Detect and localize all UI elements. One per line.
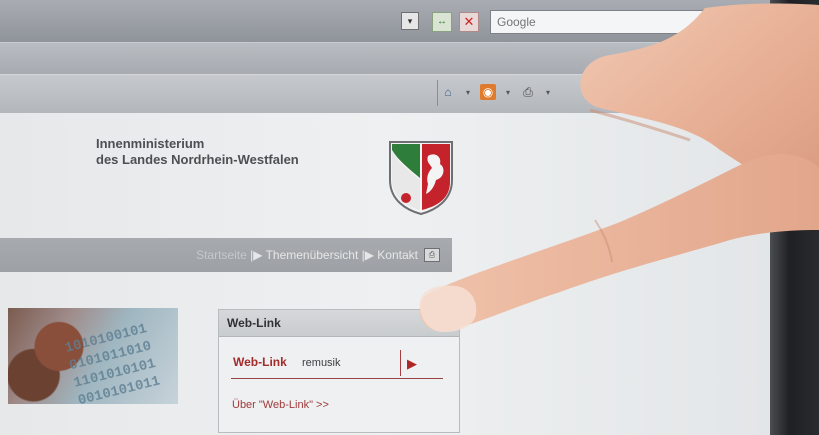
stop-button[interactable]: ✕	[459, 12, 479, 32]
search-box[interactable]	[490, 10, 712, 34]
nav-separator: |▶	[246, 248, 266, 262]
toolbar-icons: ⌂ ▾ ◉ ▾ ⎙ ▾	[440, 84, 550, 100]
site-navigation: Startseite |▶ Themenübersicht |▶ Kontakt	[196, 248, 418, 262]
browser-command-bar	[0, 74, 770, 114]
monitor-bezel	[770, 0, 819, 435]
weblink-form: Web-Link ▶	[231, 350, 443, 379]
nrw-coat-of-arms-icon	[389, 141, 453, 216]
toolbar-divider	[437, 80, 438, 106]
ministry-title: Innenministerium des Landes Nordrhein-We…	[96, 136, 299, 168]
ministry-line-1: Innenministerium	[96, 136, 205, 151]
browser-toolbar-row	[0, 42, 770, 75]
print-page-icon[interactable]: ⎙	[424, 248, 440, 262]
weblink-about-link[interactable]: Über "Web-Link" >>	[232, 399, 329, 411]
dropdown-button[interactable]: ▾	[401, 12, 419, 30]
nav-kontakt[interactable]: Kontakt	[377, 248, 418, 262]
nav-themenuebersicht[interactable]: Themenübersicht	[266, 248, 359, 262]
nav-startseite[interactable]: Startseite	[196, 248, 247, 262]
go-button[interactable]: ↔	[432, 12, 452, 32]
search-input[interactable]	[491, 11, 711, 33]
print-icon[interactable]: ⎙	[520, 84, 536, 100]
weblink-go-button[interactable]: ▶	[407, 356, 417, 372]
weblink-divider	[400, 350, 401, 376]
feed-icon[interactable]: ◉	[480, 84, 497, 100]
home-icon[interactable]: ⌂	[440, 84, 456, 100]
photo: ▾ ↔ ✕ ⌂ ▾ ◉ ▾ ⎙ ▾ Innenministerium des L…	[0, 0, 819, 435]
weblink-box-title: Web-Link	[219, 310, 459, 337]
nav-separator: |▶	[358, 248, 378, 262]
ministry-line-2: des Landes Nordrhein-Westfalen	[96, 152, 299, 167]
weblink-label: Web-Link	[233, 355, 287, 369]
site-navigation-bar: Startseite |▶ Themenübersicht |▶ Kontakt	[0, 238, 452, 272]
weblink-box: Web-Link Web-Link ▶ Über "Web-Link" >>	[218, 309, 460, 433]
weblink-input[interactable]	[302, 355, 400, 371]
